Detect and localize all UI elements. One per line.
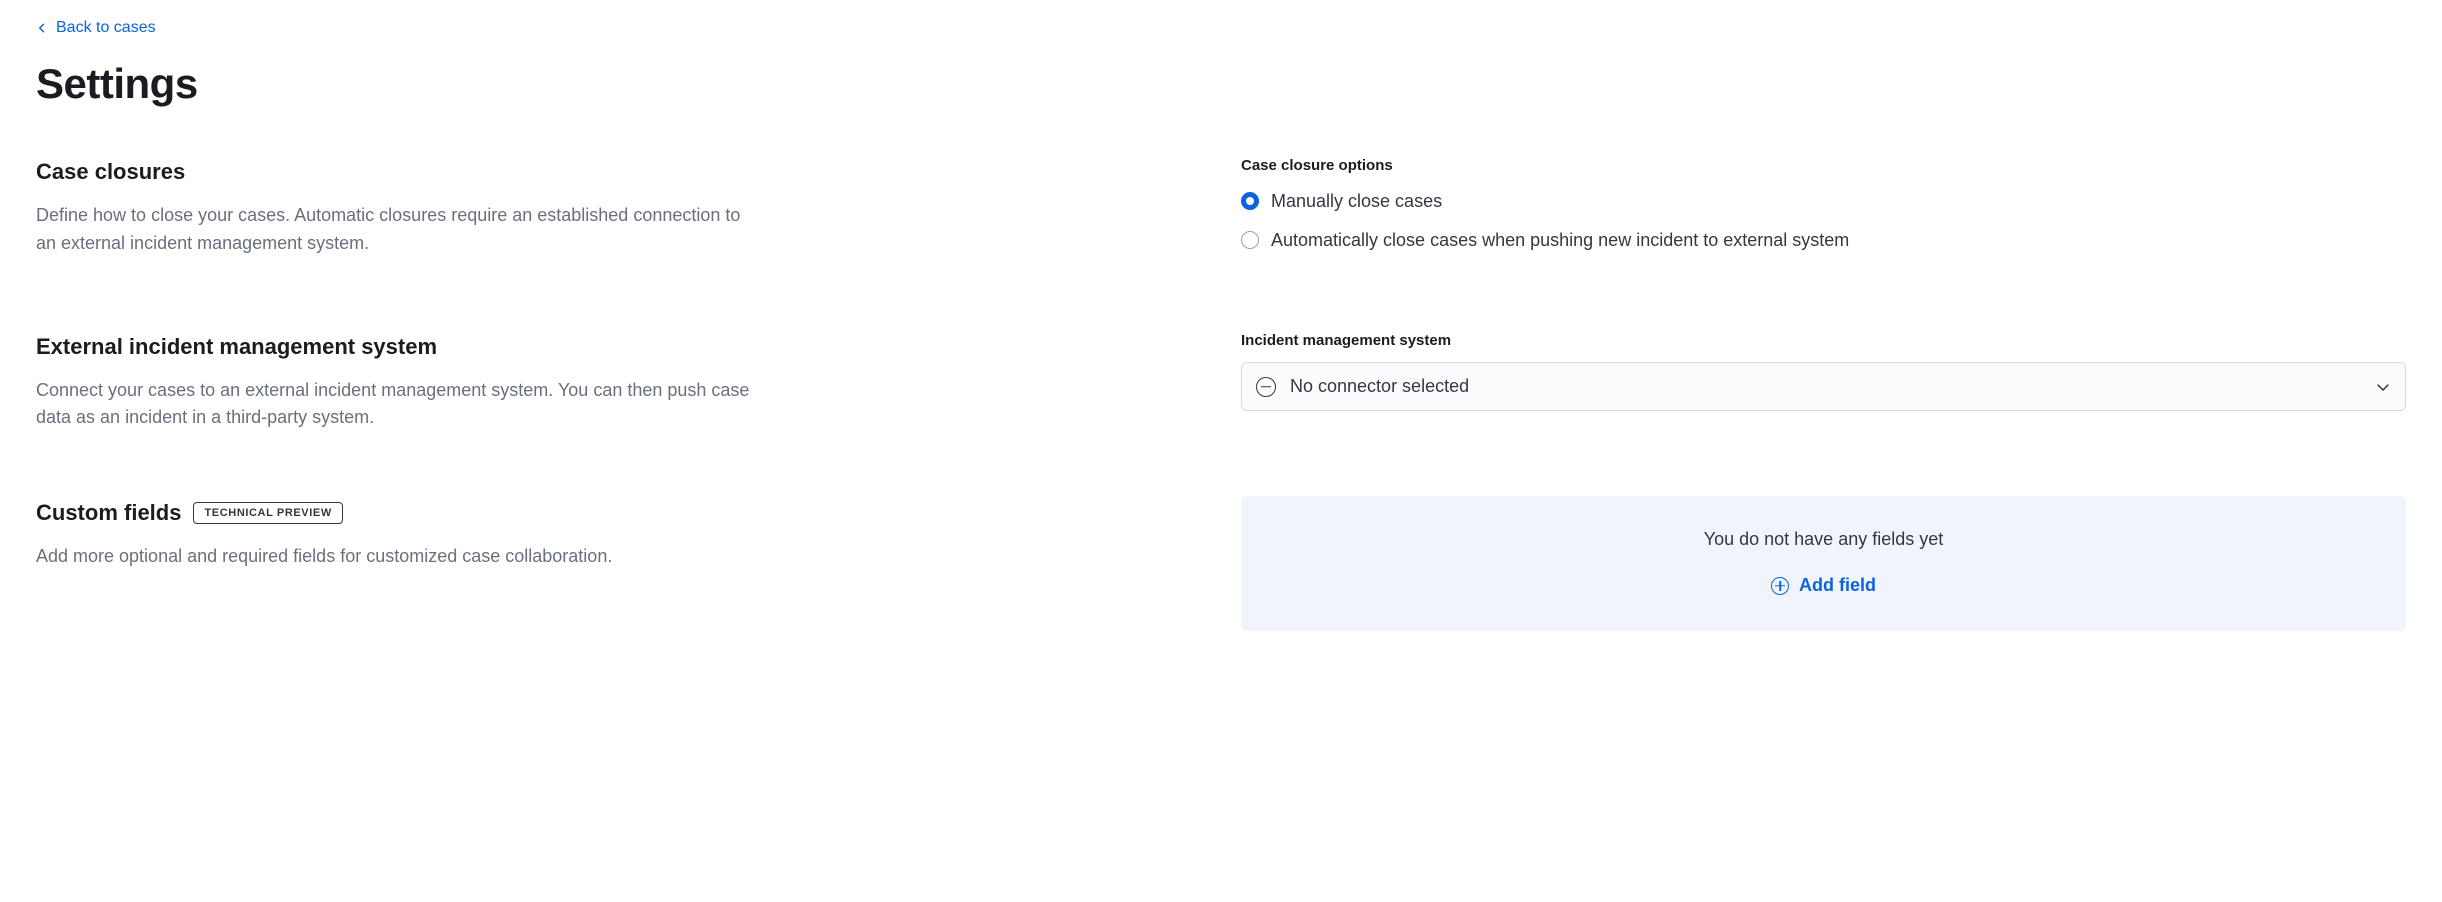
add-field-button[interactable]: Add field — [1771, 575, 1876, 596]
case-closures-heading: Case closures — [36, 155, 1201, 188]
minus-circle-icon — [1256, 377, 1276, 397]
case-closures-description: Define how to close your cases. Automati… — [36, 202, 756, 258]
section-custom-fields: Custom fields Technical preview Add more… — [36, 496, 2406, 631]
incident-system-select[interactable]: No connector selected — [1241, 362, 2406, 411]
radio-label: Automatically close cases when pushing n… — [1271, 227, 1849, 254]
plus-circle-icon — [1771, 577, 1789, 595]
section-external-system-info: External incident management system Conn… — [36, 330, 1201, 433]
case-closures-form: Case closure options Manually close case… — [1241, 155, 2406, 266]
custom-fields-description: Add more optional and required fields fo… — [36, 543, 756, 571]
section-case-closures-info: Case closures Define how to close your c… — [36, 155, 1201, 258]
back-to-cases-link[interactable]: Back to cases — [36, 16, 156, 40]
custom-fields-heading: Custom fields Technical preview — [36, 496, 1201, 529]
radio-icon — [1241, 231, 1259, 249]
add-field-label: Add field — [1799, 575, 1876, 596]
incident-system-label: Incident management system — [1241, 330, 2406, 353]
section-case-closures: Case closures Define how to close your c… — [36, 155, 2406, 266]
custom-fields-panel-wrap: You do not have any fields yet Add field — [1241, 496, 2406, 631]
section-custom-fields-info: Custom fields Technical preview Add more… — [36, 496, 1201, 571]
custom-fields-title-text: Custom fields — [36, 496, 181, 529]
radio-label: Manually close cases — [1271, 188, 1442, 215]
case-closure-options-label: Case closure options — [1241, 155, 2406, 178]
radio-auto-close[interactable]: Automatically close cases when pushing n… — [1241, 227, 2406, 254]
page-title: Settings — [36, 52, 2406, 115]
external-system-description: Connect your cases to an external incide… — [36, 377, 756, 433]
radio-icon — [1241, 192, 1259, 210]
radio-manually-close[interactable]: Manually close cases — [1241, 188, 2406, 215]
select-value: No connector selected — [1290, 373, 1469, 400]
external-system-heading: External incident management system — [36, 330, 1201, 363]
section-external-system: External incident management system Conn… — [36, 330, 2406, 433]
technical-preview-badge: Technical preview — [193, 502, 342, 524]
empty-state-text: You do not have any fields yet — [1265, 526, 2382, 553]
custom-fields-empty-panel: You do not have any fields yet Add field — [1241, 496, 2406, 631]
external-system-form: Incident management system No connector … — [1241, 330, 2406, 412]
chevron-down-icon — [2375, 379, 2391, 395]
chevron-left-icon — [36, 22, 48, 34]
back-link-label: Back to cases — [56, 16, 156, 40]
